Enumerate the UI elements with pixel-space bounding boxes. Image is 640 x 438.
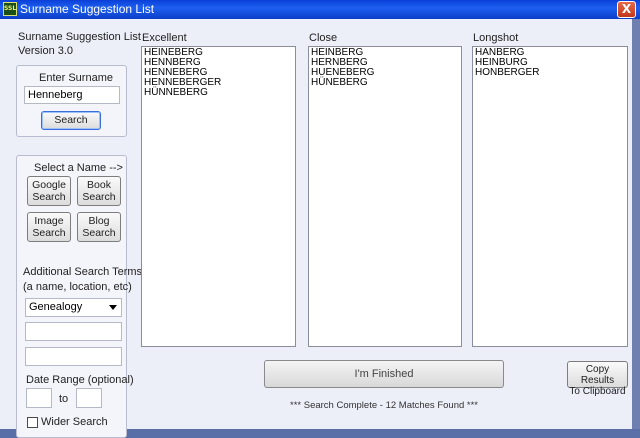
image-search-line1: Image	[34, 215, 64, 227]
wider-search-label: Wider Search	[41, 416, 108, 428]
book-search-button[interactable]: Book Search	[77, 176, 121, 206]
additional-term-input-2[interactable]	[25, 347, 122, 366]
app-logo-icon: SSL	[3, 2, 17, 16]
left-panel: Surname Suggestion List Version 3.0 Ente…	[0, 19, 142, 438]
blog-search-line2: Search	[82, 227, 116, 239]
app-name: Surname Suggestion List	[18, 31, 141, 43]
google-search-line1: Google	[32, 179, 66, 191]
close-button[interactable]: X	[617, 1, 636, 18]
copy-button-line1: Copy Results	[580, 364, 615, 386]
search-type-value: Genealogy	[29, 301, 83, 313]
date-range-label: Date Range (optional)	[26, 374, 134, 386]
select-name-group: Select a Name --> Google Search Book Sea…	[16, 155, 142, 438]
close-listbox[interactable]: HEINBERG HERNBERG HUENEBERG HÜNEBERG	[308, 46, 462, 347]
additional-terms-label: Additional Search Terms	[23, 266, 143, 278]
blog-search-line1: Blog	[88, 215, 110, 227]
list-item[interactable]: HONBERGER	[475, 68, 625, 78]
search-button[interactable]: Search	[41, 111, 101, 130]
window-edge	[632, 19, 640, 429]
app-version: Version 3.0	[18, 45, 74, 57]
enter-surname-label: Enter Surname	[39, 72, 113, 84]
status-text: *** Search Complete - 12 Matches Found *…	[290, 400, 478, 411]
blog-search-button[interactable]: Blog Search	[77, 212, 121, 242]
book-search-line1: Book	[87, 179, 111, 191]
date-from-input[interactable]	[26, 388, 52, 408]
date-to-input[interactable]	[76, 388, 102, 408]
list-item[interactable]: HÜNEBERG	[311, 78, 459, 88]
chevron-down-icon	[109, 305, 117, 310]
search-type-dropdown[interactable]: Genealogy	[25, 298, 122, 317]
longshot-listbox[interactable]: HANBERG HEINBURG HONBERGER	[472, 46, 628, 347]
excellent-column-label: Excellent	[142, 32, 187, 44]
book-search-line2: Search	[82, 191, 116, 203]
copy-to-clipboard-button[interactable]: Copy Results To Clipboard	[567, 361, 628, 397]
finished-button[interactable]: I'm Finished	[264, 360, 504, 388]
google-search-line2: Search	[32, 191, 66, 203]
copy-button-line2: To Clipboard	[569, 386, 626, 397]
excellent-listbox[interactable]: HEINEBERG HENNBERG HENNEBERG HENNEBERGER…	[141, 46, 296, 347]
image-search-line2: Search	[32, 227, 66, 239]
surname-group: Enter Surname Henneberg Search	[16, 65, 127, 137]
longshot-column-label: Longshot	[473, 32, 519, 44]
window-title: Surname Suggestion List	[20, 2, 155, 16]
additional-term-input-1[interactable]	[25, 322, 122, 341]
title-bar[interactable]: SSL Surname Suggestion List X	[0, 0, 640, 19]
date-to-label: to	[59, 393, 69, 405]
wider-search-checkbox[interactable]	[27, 417, 38, 428]
select-name-label: Select a Name -->	[34, 162, 123, 174]
image-search-button[interactable]: Image Search	[27, 212, 71, 242]
app-window: SSL Surname Suggestion List X Surname Su…	[0, 0, 640, 438]
additional-terms-hint: (a name, location, etc)	[23, 281, 132, 293]
surname-input[interactable]: Henneberg	[24, 86, 120, 104]
close-column-label: Close	[309, 32, 338, 44]
list-item[interactable]: HÜNNEBERG	[144, 88, 293, 98]
google-search-button[interactable]: Google Search	[27, 176, 71, 206]
